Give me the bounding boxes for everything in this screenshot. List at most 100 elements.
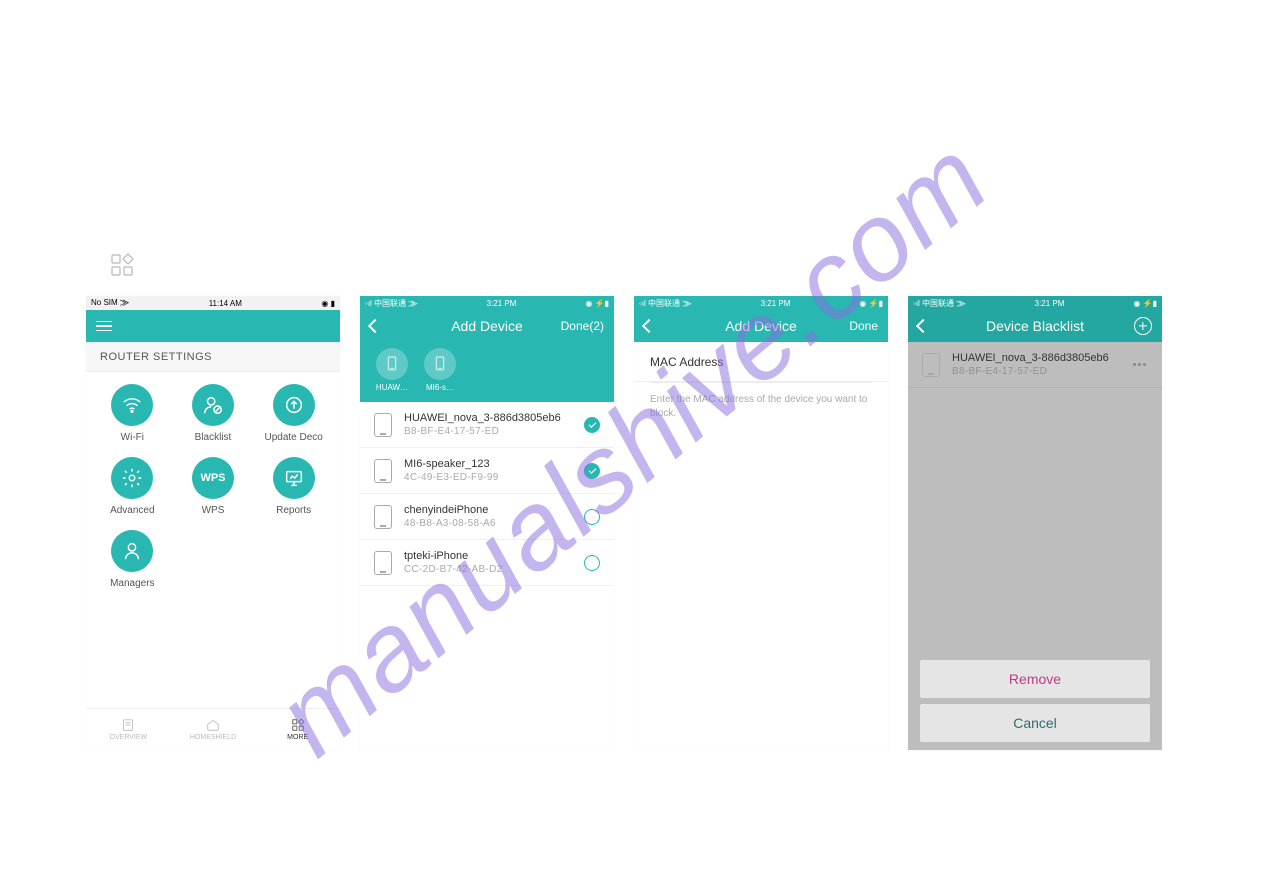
device-mac: 4C-49-E3-ED-F9-99: [404, 472, 572, 483]
homeshield-icon: [205, 718, 221, 732]
device-mac: B8-BF-E4-17-57-ED: [952, 366, 1119, 377]
selected-chip[interactable]: HUAW…: [372, 348, 412, 392]
grid-label: Update Deco: [264, 432, 322, 443]
status-bar: ◦ıl 中国联通 ⨠ 3:21 PM ◉ ⚡▮: [360, 296, 614, 310]
selected-chip[interactable]: MI6-s…: [420, 348, 460, 392]
hamburger-icon: [96, 321, 112, 332]
chip-label: MI6-s…: [426, 383, 454, 392]
device-mac: B8-BF-E4-17-57-ED: [404, 426, 572, 437]
mac-address-field[interactable]: MAC Address: [634, 342, 888, 382]
page-title: Device Blacklist: [908, 318, 1162, 334]
checkbox-unchecked[interactable]: [584, 509, 600, 525]
status-left: ◦ıl 中国联通 ⨠: [365, 298, 418, 309]
device-icon: [376, 348, 408, 380]
tab-homeshield[interactable]: HOMESHIELD: [171, 709, 256, 750]
tab-label: HOMESHIELD: [190, 734, 236, 741]
phone-icon: [374, 413, 392, 437]
settings-item-managers[interactable]: Managers: [92, 530, 173, 589]
more-options-button[interactable]: [1131, 363, 1148, 366]
settings-item-advanced[interactable]: Advanced: [92, 457, 173, 516]
status-left: ◦ıl 中国联通 ⨠: [913, 298, 966, 309]
action-sheet: Remove Cancel: [920, 660, 1150, 742]
grid-label: Managers: [110, 578, 154, 589]
tab-label: OVERVIEW: [110, 734, 148, 741]
nav-bar: Add Device Done: [634, 310, 888, 342]
wifi-icon: [111, 384, 153, 426]
tab-overview[interactable]: OVERVIEW: [86, 709, 171, 750]
device-row[interactable]: tpteki-iPhone CC-2D-B7-42-AB-D2: [360, 540, 614, 586]
status-right: ◉ ⚡▮: [859, 299, 883, 308]
update-icon: [273, 384, 315, 426]
device-name: HUAWEI_nova_3-886d3805eb6: [404, 412, 572, 424]
device-mac: 48-B8-A3-08-58-A6: [404, 518, 572, 529]
more-icon: [290, 718, 306, 732]
phone-icon: [374, 551, 392, 575]
checkbox-unchecked[interactable]: [584, 555, 600, 571]
status-right: ◉ ⚡▮: [585, 299, 609, 308]
settings-item-update[interactable]: Update Deco: [253, 384, 334, 443]
phone-icon: [922, 353, 940, 377]
status-bar: ◦ıl 中国联通 ⨠ 3:21 PM ◉ ⚡▮: [634, 296, 888, 310]
cancel-button[interactable]: Cancel: [920, 704, 1150, 742]
chip-label: HUAW…: [376, 383, 408, 392]
selected-chips: HUAW… MI6-s…: [360, 342, 614, 402]
wps-icon: WPS: [192, 457, 234, 499]
status-time: 3:21 PM: [761, 299, 791, 308]
status-time: 3:21 PM: [487, 299, 517, 308]
overview-icon: [120, 718, 136, 732]
device-icon: [424, 348, 456, 380]
device-name: chenyindeiPhone: [404, 504, 572, 516]
status-time: 11:14 AM: [209, 299, 242, 308]
device-row[interactable]: chenyindeiPhone 48-B8-A3-08-58-A6: [360, 494, 614, 540]
remove-button[interactable]: Remove: [920, 660, 1150, 698]
status-right: ◉ ▮: [321, 299, 335, 308]
device-row[interactable]: HUAWEI_nova_3-886d3805eb6 B8-BF-E4-17-57…: [360, 402, 614, 448]
done-button[interactable]: Done: [849, 319, 878, 333]
blacklist-icon: [192, 384, 234, 426]
section-title: ROUTER SETTINGS: [86, 342, 340, 372]
tab-bar: OVERVIEW HOMESHIELD MORE: [86, 708, 340, 750]
device-name: tpteki-iPhone: [404, 550, 572, 562]
menu-button[interactable]: [96, 321, 112, 332]
checkbox-checked[interactable]: [584, 463, 600, 479]
device-list: HUAWEI_nova_3-886d3805eb6 B8-BF-E4-17-57…: [360, 402, 614, 586]
nav-bar: Add Device Done(2): [360, 310, 614, 342]
status-right: ◉ ⚡▮: [1133, 299, 1157, 308]
screenshot-add-device-mac: ◦ıl 中国联通 ⨠ 3:21 PM ◉ ⚡▮ Add Device Done …: [634, 296, 888, 750]
status-time: 3:21 PM: [1035, 299, 1065, 308]
grid-label: Advanced: [110, 505, 154, 516]
nav-bar: Device Blacklist: [908, 310, 1162, 342]
grid-label: WPS: [202, 505, 225, 516]
screenshot-device-blacklist: ◦ıl 中国联通 ⨠ 3:21 PM ◉ ⚡▮ Device Blacklist…: [908, 296, 1162, 750]
device-row[interactable]: MI6-speaker_123 4C-49-E3-ED-F9-99: [360, 448, 614, 494]
phone-icon: [374, 459, 392, 483]
device-mac: CC-2D-B7-42-AB-D2: [404, 564, 572, 575]
settings-item-blacklist[interactable]: Blacklist: [173, 384, 254, 443]
nav-bar: [86, 310, 340, 342]
screenshot-add-device-list: ◦ıl 中国联通 ⨠ 3:21 PM ◉ ⚡▮ Add Device Done(…: [360, 296, 614, 750]
grid-label: Blacklist: [195, 432, 232, 443]
settings-item-reports[interactable]: Reports: [253, 457, 334, 516]
settings-item-wps[interactable]: WPS WPS: [173, 457, 254, 516]
reports-icon: [273, 457, 315, 499]
screenshot-router-settings: No SIM ⨠ 11:14 AM ◉ ▮ ROUTER SETTINGS Wi…: [86, 296, 340, 750]
grid-label: Wi-Fi: [121, 432, 144, 443]
status-left: No SIM ⨠: [91, 298, 129, 308]
blacklist-row[interactable]: HUAWEI_nova_3-886d3805eb6 B8-BF-E4-17-57…: [908, 342, 1162, 388]
add-button[interactable]: [1134, 317, 1152, 335]
managers-icon: [111, 530, 153, 572]
status-bar: ◦ıl 中国联通 ⨠ 3:21 PM ◉ ⚡▮: [908, 296, 1162, 310]
tab-more[interactable]: MORE: [255, 709, 340, 750]
tab-label: MORE: [287, 734, 308, 741]
done-button[interactable]: Done(2): [561, 319, 604, 333]
status-bar: No SIM ⨠ 11:14 AM ◉ ▮: [86, 296, 340, 310]
settings-grid: Wi-Fi Blacklist Update Deco Advanced: [86, 372, 340, 601]
mac-label: MAC Address: [650, 355, 723, 369]
status-left: ◦ıl 中国联通 ⨠: [639, 298, 692, 309]
settings-item-wifi[interactable]: Wi-Fi: [92, 384, 173, 443]
checkbox-checked[interactable]: [584, 417, 600, 433]
device-name: HUAWEI_nova_3-886d3805eb6: [952, 352, 1119, 364]
hint-text: Enter the MAC address of the device you …: [634, 383, 888, 431]
device-name: MI6-speaker_123: [404, 458, 572, 470]
phone-icon: [374, 505, 392, 529]
